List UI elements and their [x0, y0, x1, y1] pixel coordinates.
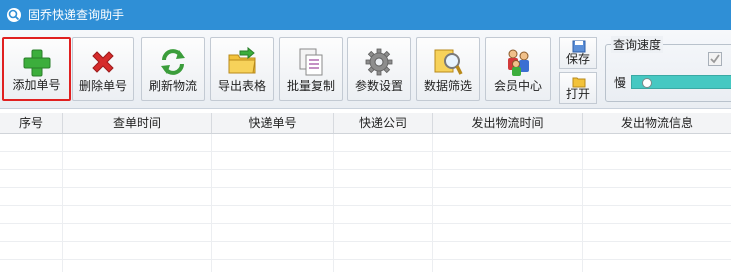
batch-copy-button[interactable]: 批量复制 [279, 37, 343, 101]
open-label: 打开 [565, 87, 590, 101]
title-bar: 固乔快递查询助手 [0, 0, 731, 30]
refresh-logistics-label: 刷新物流 [148, 79, 197, 93]
copy-icon [299, 48, 323, 76]
save-label: 保存 [565, 52, 590, 66]
column-header-tracking-number[interactable]: 快递单号 [212, 113, 334, 133]
column-header-query-time[interactable]: 查单时间 [63, 113, 212, 133]
results-table: 序号 查单时间 快递单号 快递公司 发出物流时间 发出物流信息 [0, 113, 731, 272]
column-divider [211, 134, 212, 272]
column-divider [432, 134, 433, 272]
magnifier-app-icon [7, 8, 21, 22]
data-filter-button[interactable]: 数据筛选 [416, 37, 480, 101]
settings-button[interactable]: 参数设置 [347, 37, 411, 101]
table-header: 序号 查单时间 快递单号 快递公司 发出物流时间 发出物流信息 [0, 113, 731, 134]
green-plus-icon [23, 49, 50, 77]
save-button[interactable]: 保存 [559, 37, 597, 69]
settings-label: 参数设置 [354, 79, 403, 93]
export-table-label: 导出表格 [217, 79, 266, 93]
slider-thumb[interactable] [642, 78, 652, 88]
checkmark-icon [710, 54, 720, 64]
delete-tracking-button[interactable]: 删除单号 [72, 37, 134, 101]
delete-tracking-label: 删除单号 [78, 79, 127, 93]
search-filter-icon [434, 49, 463, 75]
table-body [0, 134, 731, 272]
batch-copy-label: 批量复制 [286, 79, 335, 93]
member-center-label: 会员中心 [493, 79, 542, 93]
column-header-index[interactable]: 序号 [0, 113, 63, 133]
column-divider [62, 134, 63, 272]
refresh-icon [161, 49, 185, 75]
open-button[interactable]: 打开 [559, 72, 597, 104]
column-header-courier[interactable]: 快递公司 [334, 113, 433, 133]
gear-icon [365, 48, 393, 76]
users-icon [508, 49, 529, 76]
add-tracking-label: 添加单号 [12, 78, 61, 92]
refresh-logistics-button[interactable]: 刷新物流 [141, 37, 205, 101]
red-x-icon [92, 51, 114, 73]
member-center-button[interactable]: 会员中心 [485, 37, 551, 101]
data-filter-label: 数据筛选 [423, 79, 472, 93]
column-header-ship-info[interactable]: 发出物流信息 [583, 113, 731, 133]
window-title: 固乔快递查询助手 [28, 8, 125, 22]
column-divider [333, 134, 334, 272]
query-speed-title: 查询速度 [611, 36, 664, 53]
column-header-ship-time[interactable]: 发出物流时间 [433, 113, 583, 133]
column-divider [582, 134, 583, 272]
folder-export-icon [228, 46, 256, 74]
speed-slow-label: 慢 [614, 76, 627, 90]
speed-checkbox[interactable] [708, 52, 722, 66]
query-speed-slider[interactable] [631, 75, 731, 89]
export-table-button[interactable]: 导出表格 [210, 37, 274, 101]
add-tracking-button[interactable]: 添加单号 [2, 37, 71, 101]
